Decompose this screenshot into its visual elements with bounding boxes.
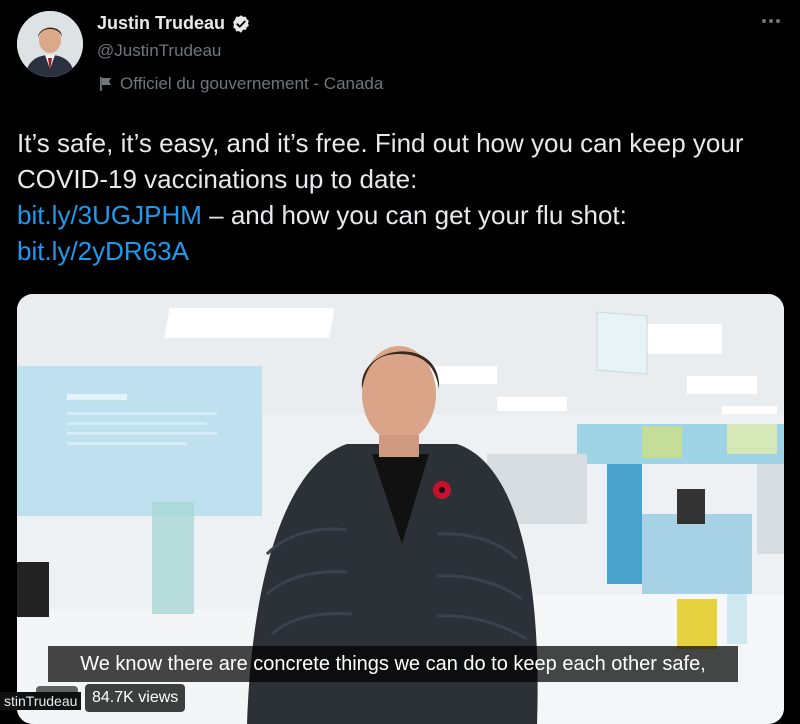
government-label: Officiel du gouvernement - Canada (99, 74, 383, 94)
flu-shot-link[interactable]: bit.ly/2yDR63A (17, 236, 189, 266)
government-label-text: Officiel du gouvernement - Canada (120, 74, 384, 93)
author-name-row: Justin Trudeau (97, 13, 251, 34)
author-handle[interactable]: @JustinTrudeau (97, 41, 221, 61)
view-count: 84.7K views (85, 684, 186, 712)
more-options-icon[interactable] (760, 14, 782, 28)
author-name[interactable]: Justin Trudeau (97, 13, 225, 34)
tweet-text: It’s safe, it’s easy, and it’s free. Fin… (17, 125, 787, 269)
flag-icon (100, 77, 111, 91)
tweet-text-part2: – and how you can get your flu shot: (209, 200, 627, 230)
vaccination-link[interactable]: bit.ly/3UGJPHM (17, 200, 202, 230)
video-caption: We know there are concrete things we can… (48, 646, 738, 682)
verified-badge-icon (233, 14, 249, 33)
video-handle-tag: stinTrudeau (0, 692, 82, 710)
avatar[interactable] (17, 11, 83, 77)
tweet-text-part1: It’s safe, it’s easy, and it’s free. Fin… (17, 128, 744, 194)
